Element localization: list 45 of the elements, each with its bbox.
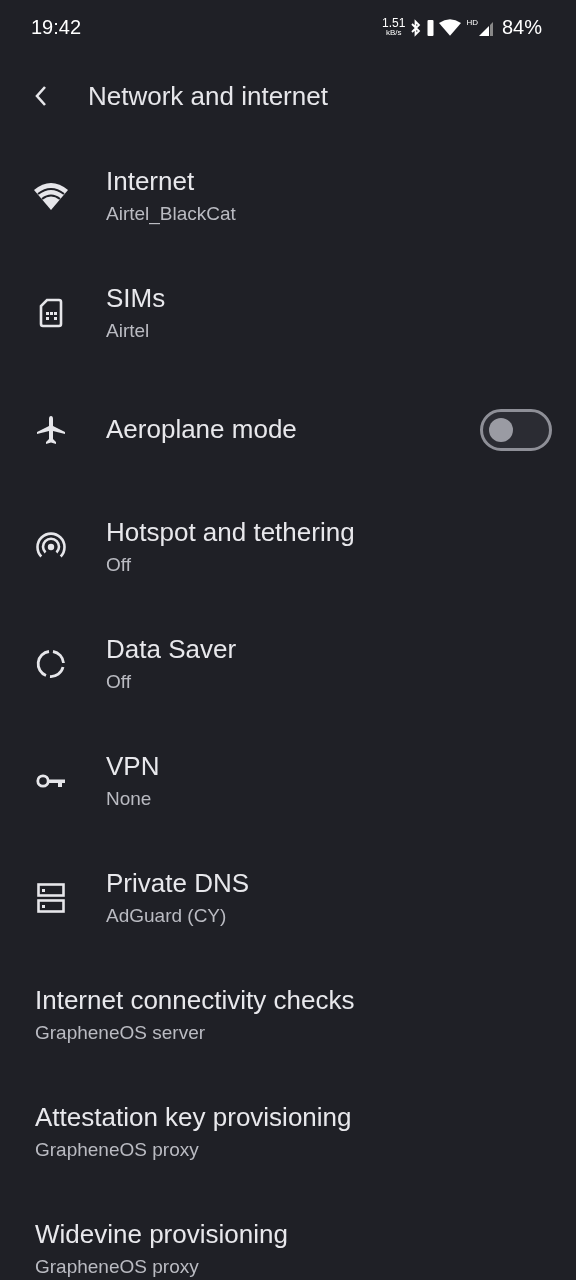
item-summary: GrapheneOS server [35,1022,207,1044]
settings-item[interactable]: VPN None [0,722,576,839]
settings-item[interactable]: Aeroplane mode [0,371,576,488]
settings-item[interactable]: Private DNS AdGuard (CY) [0,839,576,956]
key-icon [36,772,66,789]
data-saver-icon [36,648,66,679]
item-title: Widevine provisioning [35,1219,289,1250]
toggle-switch[interactable] [480,408,552,451]
settings-item[interactable]: Hotspot and tethering Off [0,488,576,605]
item-summary: Airtel_BlackCat [106,203,237,225]
settings-item[interactable]: Attestation key provisioning GrapheneOS proxy [0,1073,576,1190]
item-title: VPN [106,751,161,782]
back-icon[interactable] [34,85,48,107]
item-summary: AdGuard (CY) [106,905,228,927]
settings-item[interactable]: Data Saver Off [0,605,576,722]
item-title: Internet connectivity checks [35,985,356,1016]
item-summary: Off [106,554,132,576]
item-title: Aeroplane mode [106,414,298,445]
item-summary: None [106,788,153,810]
bluetooth-icon [410,18,423,37]
wifi-icon [439,19,462,36]
item-summary: GrapheneOS proxy [35,1139,200,1161]
settings-item[interactable]: Internet Airtel_BlackCat [0,137,576,254]
network-speed: 1.51 kB/s [382,18,406,37]
status-time: 19:42 [31,16,82,39]
settings-item[interactable]: Widevine provisioning GrapheneOS proxy [0,1190,576,1280]
item-title: Hotspot and tethering [106,517,356,548]
item-title: Data Saver [106,634,238,665]
item-title: Internet [106,166,196,197]
item-title: Private DNS [106,868,251,899]
vibrate-icon [427,18,435,37]
settings-item[interactable]: Internet connectivity checks GrapheneOS server [0,956,576,1073]
settings-item[interactable]: SIMs Airtel [0,254,576,371]
sim-card-icon [39,297,63,328]
item-summary: Off [106,671,132,693]
item-summary: GrapheneOS proxy [35,1256,200,1278]
item-summary: Airtel [106,320,151,342]
wifi-icon [34,181,68,210]
airplane-icon [36,414,66,445]
server-icon [37,882,65,913]
network-type: HD [466,18,478,27]
battery-percentage: 84% [501,16,542,39]
item-title: Attestation key provisioning [35,1102,353,1133]
item-title: SIMs [106,283,167,314]
page-title: Network and internet [88,80,328,112]
